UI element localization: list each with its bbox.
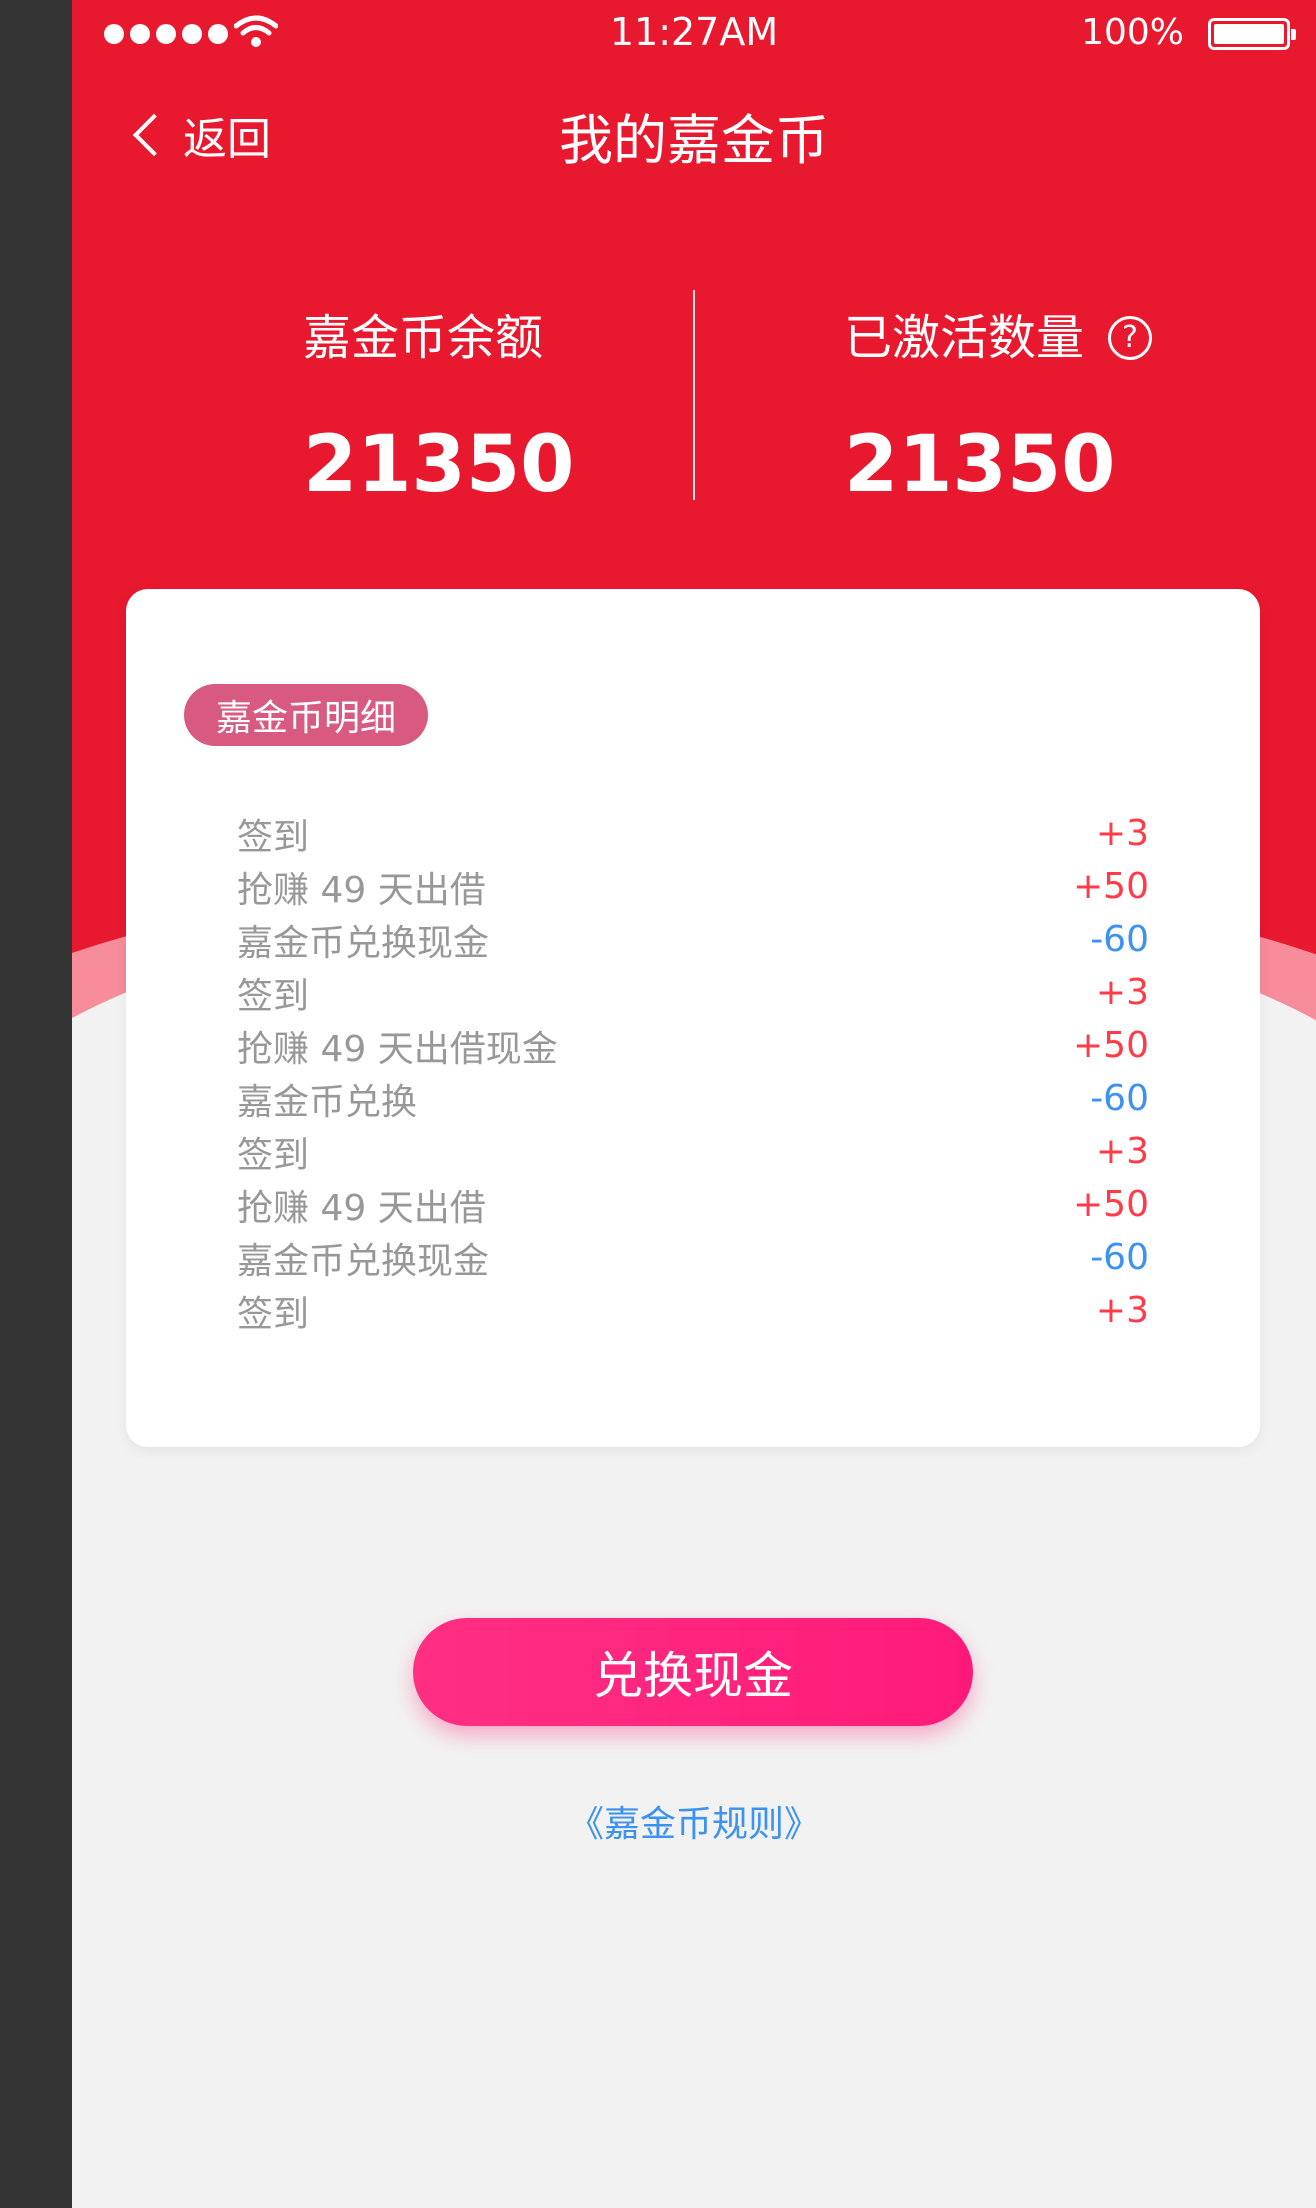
list-item: 嘉金币兑换现金 -60 [237,913,1149,966]
balance-label: 嘉金币余额 [303,310,544,366]
status-bar: 11:27AM 100% [72,0,1316,68]
list-item: 签到 +3 [237,1284,1149,1337]
balance-stat: 嘉金币余额 21350 [303,306,574,508]
item-points: +3 [1095,813,1149,854]
activated-stat: 已激活数量 ? 21350 [844,306,1153,510]
item-description: 签到 [237,1293,310,1335]
rules-link[interactable]: 《嘉金币规则》 [72,1795,1316,1847]
item-points: +50 [1073,1025,1149,1066]
item-description: 签到 [237,975,310,1017]
item-points: -60 [1090,919,1149,960]
details-list: 签到 +3 抢赚 49 天出借 +50 嘉金币兑换现金 -60 签到 +3 抢赚 49 天出借现… [237,807,1149,1337]
item-description: 抢赚 49 天出借 [237,869,486,911]
page-title: 我的嘉金币 [559,109,829,172]
list-item: 签到 +3 [237,966,1149,1019]
list-item: 嘉金币兑换现金 -60 [237,1231,1149,1284]
list-item: 抢赚 49 天出借现金 +50 [237,1019,1149,1072]
details-title: 嘉金币明细 [184,684,428,746]
list-item: 抢赚 49 天出借 +50 [237,1178,1149,1231]
details-card: 嘉金币明细 签到 +3 抢赚 49 天出借 +50 嘉金币兑换现金 -60 签到 +3 抢赚 4… [126,589,1260,1447]
item-description: 嘉金币兑换现金 [237,1240,490,1282]
activated-label: 已激活数量 [844,310,1085,366]
item-description: 签到 [237,816,310,858]
exchange-cash-button[interactable]: 兑换现金 [413,1618,973,1726]
item-points: +50 [1073,1184,1149,1225]
balance-value: 21350 [303,420,575,510]
question-circle-icon[interactable]: ? [1108,316,1153,360]
item-points: -60 [1090,1078,1149,1119]
list-item: 签到 +3 [237,1125,1149,1178]
activated-value: 21350 [844,420,1116,510]
battery-percent: 100% [1081,12,1184,53]
item-description: 签到 [237,1134,310,1176]
item-points: +3 [1095,972,1149,1013]
item-description: 抢赚 49 天出借 [237,1187,486,1229]
phone-screen: 11:27AM 100% 返回 我的嘉金币 嘉金币余额 21350 已激活数量 … [72,0,1316,2208]
stats-divider [693,290,695,500]
item-description: 嘉金币兑换现金 [237,922,490,964]
list-item: 嘉金币兑换 -60 [237,1072,1149,1125]
list-item: 签到 +3 [237,807,1149,860]
item-description: 嘉金币兑换 [237,1081,418,1123]
item-points: +50 [1073,866,1149,907]
battery-icon [1208,18,1296,50]
list-item: 抢赚 49 天出借 +50 [237,860,1149,913]
item-points: -60 [1090,1237,1149,1278]
item-points: +3 [1095,1290,1149,1331]
item-points: +3 [1095,1131,1149,1172]
item-description: 抢赚 49 天出借现金 [237,1028,558,1070]
